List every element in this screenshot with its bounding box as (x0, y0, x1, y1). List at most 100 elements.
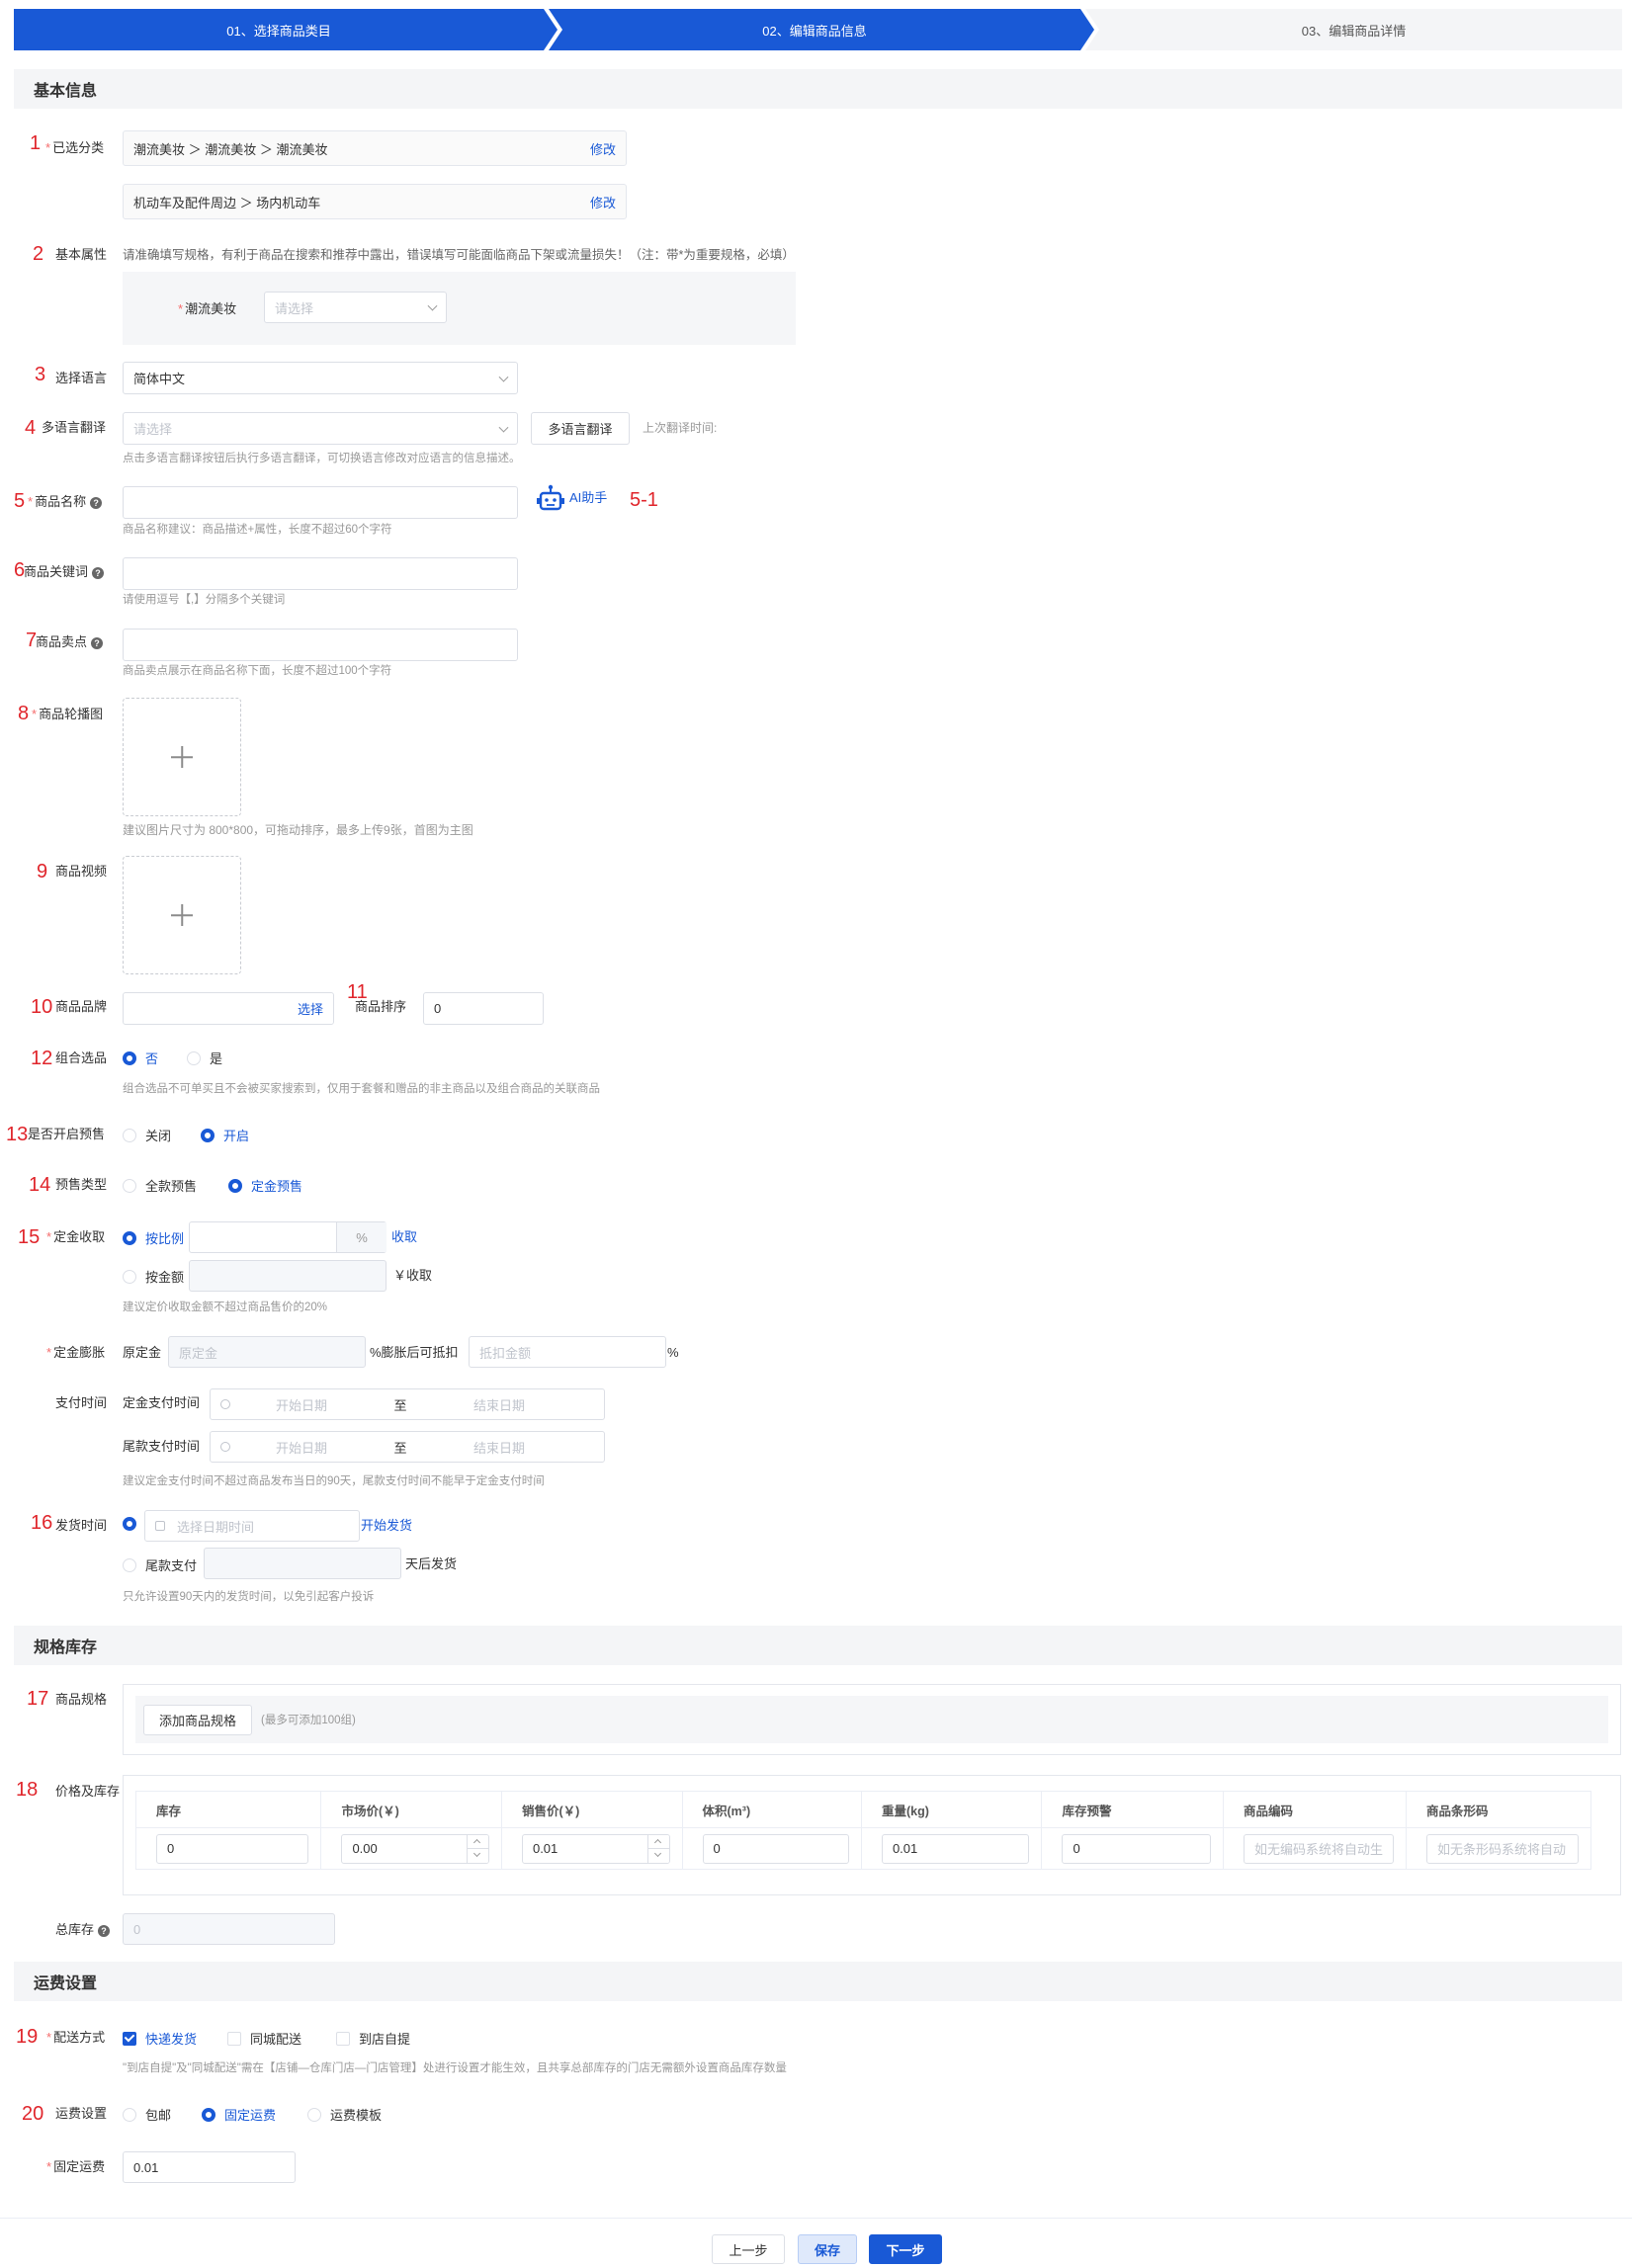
deposit-amount-input[interactable] (189, 1260, 387, 1292)
presale-type-label: 预售类型 (55, 1177, 108, 1192)
paytime-final-label: 尾款支付时间 (123, 1439, 201, 1454)
lang-select[interactable]: 简体中文 (123, 362, 518, 394)
brand-select-link[interactable]: 选择 (298, 999, 323, 1018)
annotation-3: 3 (35, 364, 46, 385)
percent-suffix: % (336, 1222, 387, 1252)
translate-hint: 点击多语言翻译按钮后执行多语言翻译，可切换语言修改对应语言的信息描述。 (123, 453, 521, 464)
radio-dot (123, 1517, 136, 1531)
deposit-hint: 建议定价收取金额不超过商品售价的20% (123, 1302, 328, 1313)
video-upload[interactable] (123, 856, 241, 974)
radio-dot (123, 2107, 136, 2122)
prev-button[interactable]: 上一步 (712, 2234, 785, 2264)
shiptime-label: 发货时间 (55, 1518, 108, 1533)
deposit-radio-amount[interactable]: 按金额 (123, 1267, 184, 1286)
translate-select[interactable]: 请选择 (123, 412, 518, 445)
table-cell: 0.00 (320, 1827, 502, 1870)
paytime-deposit-range[interactable]: 开始日期 至 结束日期 (210, 1388, 605, 1420)
name-hint: 商品名称建议：商品描述+属性，长度不超过60个字符 (123, 524, 392, 536)
selling-label: 商品卖点? (36, 633, 104, 651)
selling-input[interactable] (123, 629, 518, 661)
category-label: * 已选分类 (45, 140, 105, 155)
market-price-input[interactable]: 0.00 (341, 1833, 489, 1864)
sale-price-input[interactable]: 0.01 (521, 1833, 670, 1864)
shiptime-radio-after[interactable]: 尾款支付 (123, 1555, 197, 1574)
stepper-arrows[interactable] (466, 1834, 488, 1863)
next-button[interactable]: 下一步 (869, 2234, 942, 2264)
attrs-select[interactable]: 请选择 (264, 292, 447, 323)
weight-input[interactable]: 0.01 (881, 1833, 1030, 1864)
table-cell: 0.01 (860, 1827, 1043, 1870)
step-1[interactable]: 01、选择商品类目 (14, 9, 544, 50)
shiptime-date-input[interactable]: 选择日期时间 (144, 1510, 360, 1542)
delivery-express[interactable]: 快递发货 (123, 2029, 197, 2048)
robot-icon[interactable] (536, 484, 565, 514)
sort-label: 商品排序 (355, 999, 407, 1014)
stock-input[interactable]: 0 (156, 1833, 309, 1864)
delivery-hint: "到店自提"及"同城配送"需在【店铺—仓库门店—门店管理】处进行设置才能生效，且… (123, 2062, 787, 2074)
sort-input[interactable]: 0 (423, 992, 544, 1025)
carousel-upload[interactable] (123, 698, 241, 816)
col-header: 体积(m³) (681, 1791, 862, 1828)
add-spec-button[interactable]: 添加商品规格 (143, 1705, 252, 1735)
freight-template[interactable]: 运费模板 (307, 2105, 382, 2124)
category-edit-link-2[interactable]: 修改 (590, 193, 616, 211)
stock-warning-input[interactable]: 0 (1062, 1833, 1211, 1864)
step-2[interactable]: 02、编辑商品信息 (549, 9, 1080, 50)
annotation-5: 5 (14, 490, 26, 512)
name-input[interactable] (123, 486, 518, 519)
product-code-input[interactable]: 如无编码系统将自动生 (1243, 1833, 1394, 1864)
inflate-deduct-input[interactable]: 抵扣金额 (469, 1336, 666, 1368)
brand-input[interactable]: 选择 (123, 992, 334, 1025)
delivery-pickup[interactable]: 到店自提 (336, 2029, 410, 2048)
deposit-ratio-input[interactable]: % (189, 1221, 387, 1253)
keywords-input[interactable] (123, 557, 518, 590)
delivery-label: * 配送方式 (46, 2030, 106, 2045)
combo-label: 组合选品 (55, 1050, 108, 1065)
freight-fixed[interactable]: 固定运费 (202, 2105, 276, 2124)
fixed-fee-input[interactable]: 0.01 (123, 2151, 296, 2183)
help-icon[interactable]: ? (90, 496, 103, 509)
stepper-arrows[interactable] (646, 1834, 669, 1863)
deposit-yen-collect: ￥收取 (393, 1268, 433, 1283)
help-icon[interactable]: ? (92, 566, 105, 579)
keywords-hint: 请使用逗号【,】分隔多个关键词 (123, 594, 286, 606)
section-title: 基本信息 (34, 83, 98, 100)
translate-button[interactable]: 多语言翻译 (531, 412, 630, 445)
presale-type-deposit[interactable]: 定金预售 (228, 1176, 302, 1195)
annotation-13: 13 (6, 1124, 29, 1145)
brand-label: 商品品牌 (55, 999, 108, 1014)
annotation-10: 10 (31, 996, 53, 1018)
save-button[interactable]: 保存 (798, 2234, 857, 2264)
col-header: 重量(kg) (860, 1791, 1043, 1828)
section-title: 规格库存 (34, 1639, 98, 1656)
step-3[interactable]: 03、编辑商品详情 (1085, 9, 1622, 50)
checkbox (123, 2031, 136, 2046)
shiptime-radio-date[interactable] (123, 1517, 145, 1531)
delivery-city[interactable]: 同城配送 (227, 2029, 301, 2048)
radio-dot (228, 1178, 242, 1193)
deposit-radio-ratio[interactable]: 按比例 (123, 1228, 184, 1247)
paytime-final-range[interactable]: 开始日期 至 结束日期 (210, 1431, 605, 1463)
inflate-orig-input[interactable]: 原定金 (168, 1336, 366, 1368)
presale-radio-off[interactable]: 关闭 (123, 1126, 171, 1144)
volume-input[interactable]: 0 (702, 1833, 849, 1864)
radio-dot (201, 1128, 215, 1142)
selling-hint: 商品卖点展示在商品名称下面，长度不超过100个字符 (123, 665, 392, 677)
help-icon[interactable]: ? (98, 1924, 111, 1937)
category-edit-link-1[interactable]: 修改 (590, 139, 616, 158)
shiptime-days-input[interactable] (204, 1548, 401, 1579)
carousel-label: * 商品轮播图 (32, 707, 104, 721)
presale-radio-on[interactable]: 开启 (201, 1126, 249, 1144)
presale-type-full[interactable]: 全款预售 (123, 1176, 197, 1195)
barcode-input[interactable]: 如无条形码系统将自动 (1425, 1833, 1579, 1864)
paytime-deposit-label: 定金支付时间 (123, 1395, 201, 1410)
freight-free[interactable]: 包邮 (123, 2105, 171, 2124)
combo-radio-no[interactable]: 否 (123, 1049, 158, 1067)
ai-assistant-link[interactable]: AI助手 (569, 489, 607, 507)
spec-inner (135, 1696, 1608, 1743)
combo-radio-yes[interactable]: 是 (187, 1049, 222, 1067)
table-cell: 0 (681, 1827, 862, 1870)
translate-last-time: 上次翻译时间: (643, 421, 718, 435)
help-icon[interactable]: ? (91, 636, 104, 649)
paytime-label: 支付时间 (55, 1395, 108, 1410)
